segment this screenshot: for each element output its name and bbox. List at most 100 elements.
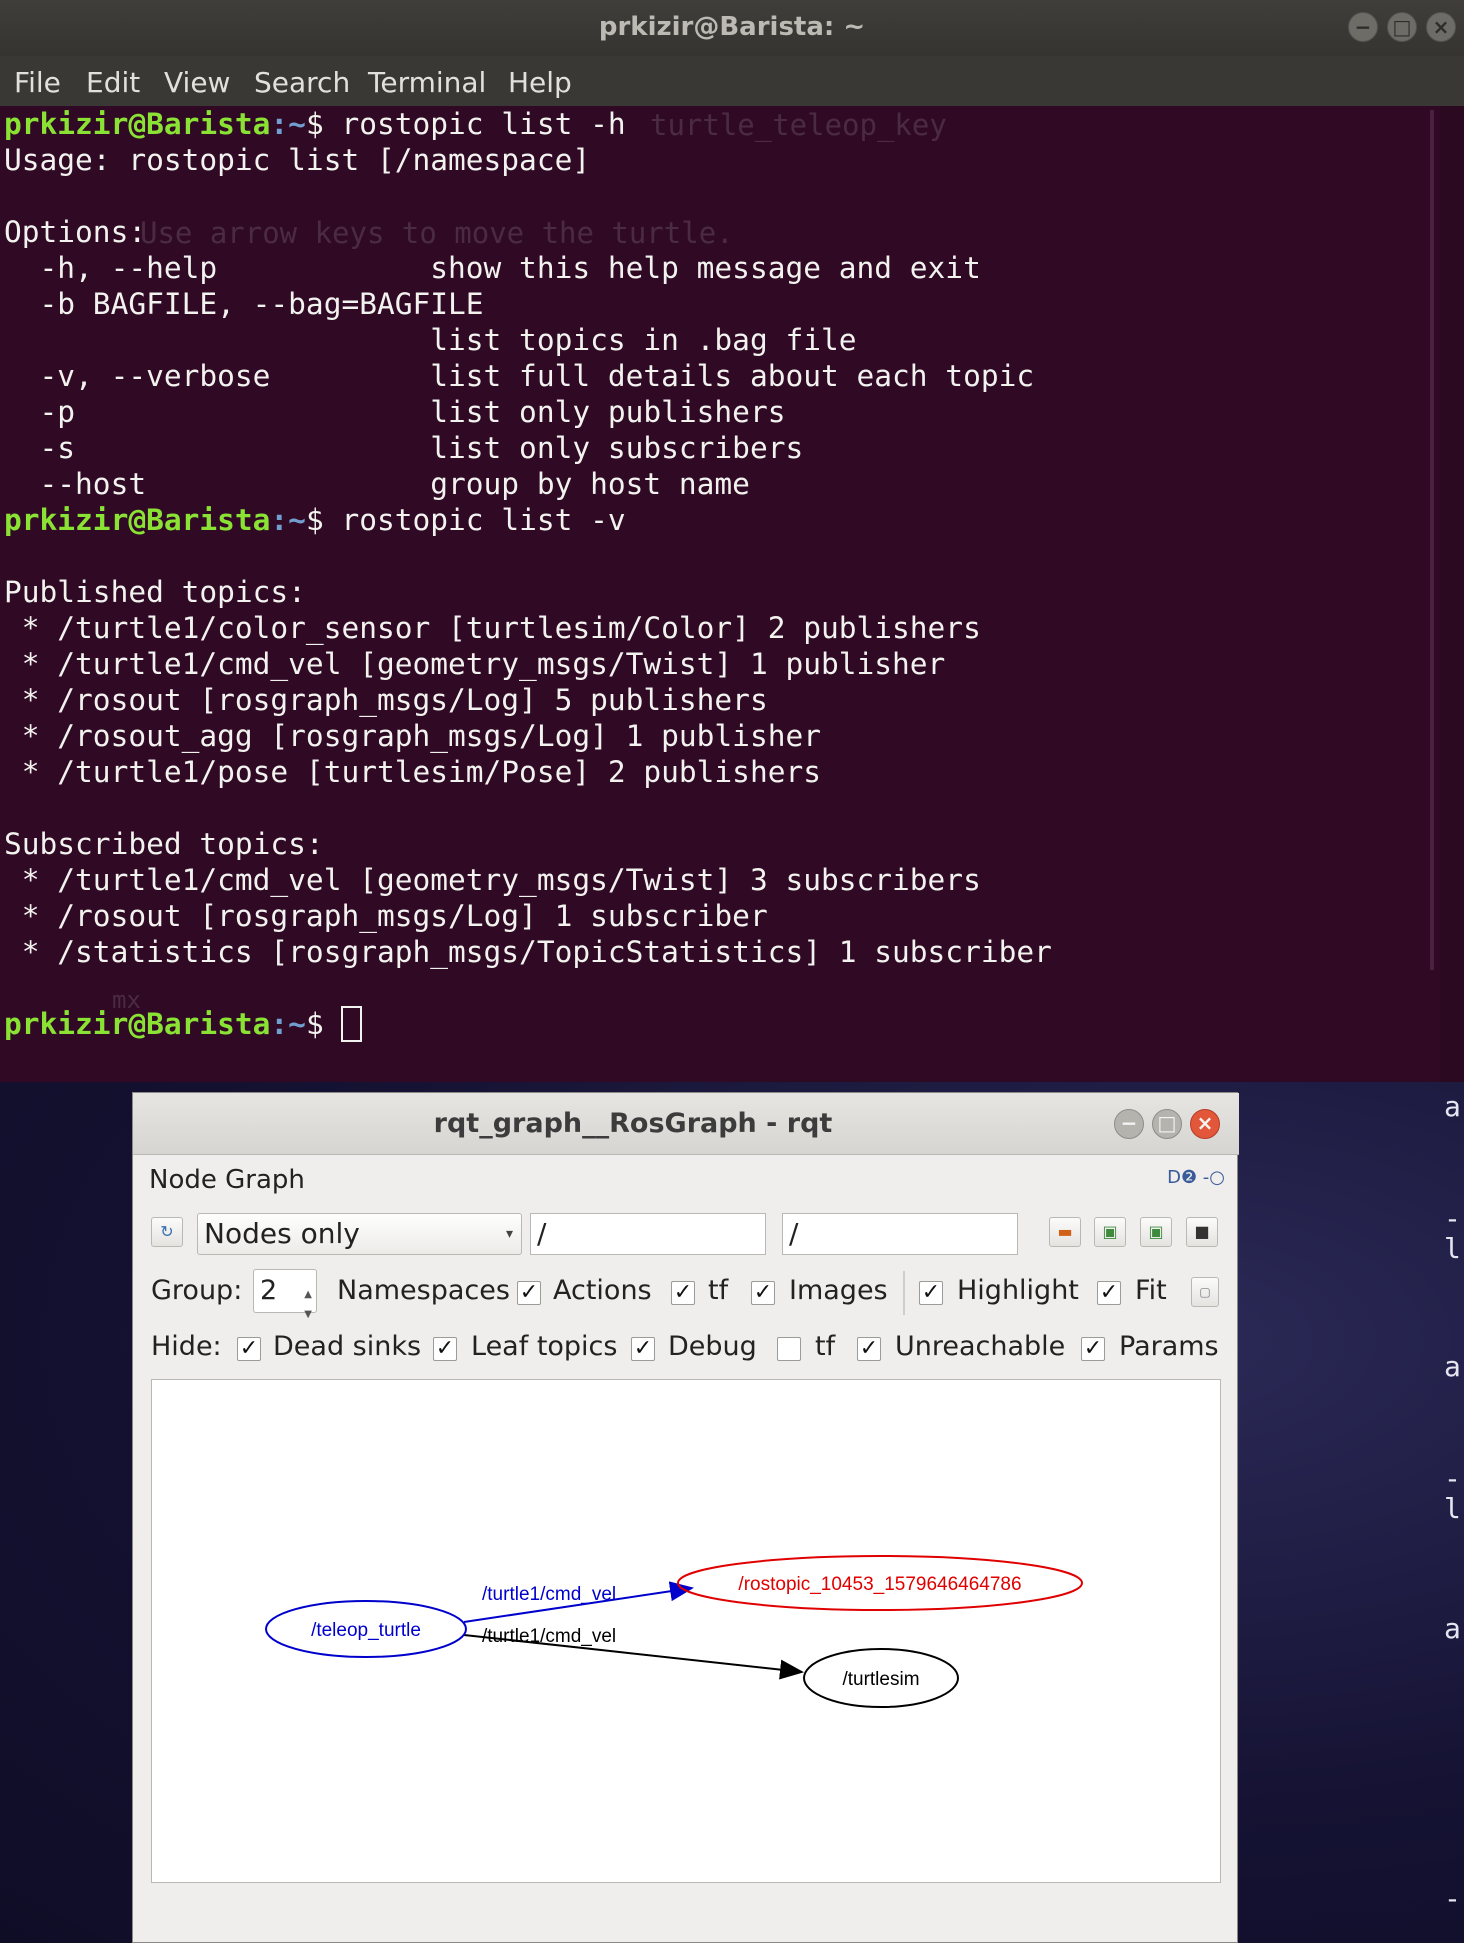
edge-label-to-turtlesim: /turtle1/cmd_vel [482, 1626, 616, 1647]
output-line: Usage: rostopic list [/namespace] [4, 143, 591, 177]
debug-label: Debug [668, 1331, 757, 1362]
dead-sinks-label: Dead sinks [273, 1331, 422, 1362]
debug-checkbox[interactable]: ✓ [631, 1337, 655, 1361]
output-line: * /turtle1/cmd_vel [geometry_msgs/Twist]… [4, 863, 981, 897]
namespace-filter-input[interactable]: / [530, 1213, 766, 1255]
prompt-symbol: $ [305, 503, 342, 537]
output-line: --host group by host name [4, 467, 750, 501]
menu-terminal[interactable]: Terminal [368, 66, 486, 99]
prompt-path: :~ [270, 107, 306, 141]
prompt-user: prkizir@Barista [4, 1007, 271, 1041]
background-window-text: l [1444, 1492, 1461, 1525]
maximize-button[interactable]: □ [1387, 12, 1417, 42]
params-checkbox[interactable]: ✓ [1081, 1337, 1105, 1361]
plugin-help-icons[interactable]: D❷ -○ [1167, 1167, 1225, 1188]
toolbar-separator [903, 1271, 905, 1315]
prompt-path: :~ [270, 503, 306, 537]
output-line: * /rosout [rosgraph_msgs/Log] 1 subscrib… [4, 899, 768, 933]
menu-file[interactable]: File [14, 66, 61, 99]
terminal-titlebar[interactable]: prkizir@Barista: ~ − □ × [0, 0, 1464, 56]
prompt-user: prkizir@Barista [4, 503, 271, 537]
save-dot-icon[interactable]: ▣ [1094, 1217, 1126, 1247]
rqt-titlebar[interactable]: rqt_graph__RosGraph - rqt − □ × [133, 1093, 1239, 1155]
close-button[interactable]: × [1190, 1109, 1220, 1139]
leaf-topics-checkbox[interactable]: ✓ [433, 1337, 457, 1361]
leaf-topics-label: Leaf topics [471, 1331, 618, 1362]
node-label-turtlesim: /turtlesim [842, 1669, 919, 1690]
close-button[interactable]: × [1426, 12, 1456, 42]
group-value: 2 [260, 1275, 278, 1306]
save-image-icon[interactable]: ■ [1186, 1217, 1218, 1247]
tf-label: tf [708, 1275, 729, 1306]
background-window-text: a [1444, 1090, 1461, 1123]
actions-checkbox[interactable]: ✓ [671, 1281, 695, 1305]
namespaces-checkbox[interactable]: ✓ [517, 1281, 541, 1305]
graph-type-value: Nodes only [204, 1217, 360, 1250]
scrollbar-thumb[interactable] [1430, 110, 1434, 970]
ros-graph: /turtle1/cmd_vel /turtle1/cmd_vel /teleo… [265, 1555, 1083, 1708]
background-window-text: a [1444, 1612, 1461, 1645]
group-spinbox[interactable]: 2 ▲ ▼ [253, 1269, 317, 1320]
edge-label-to-rostopic: /turtle1/cmd_vel [482, 1584, 616, 1605]
plugin-title: Node Graph [149, 1165, 305, 1195]
maximize-button[interactable]: □ [1152, 1109, 1182, 1139]
refresh-icon[interactable]: ↻ [151, 1217, 183, 1247]
unreachable-checkbox[interactable]: ✓ [857, 1337, 881, 1361]
highlight-checkbox[interactable]: ✓ [919, 1281, 943, 1305]
output-line: Published topics: [4, 575, 306, 609]
terminal-menubar: File Edit View Search Terminal Help [0, 56, 1464, 106]
topic-filter-input[interactable]: / [782, 1213, 1018, 1255]
output-line: -b BAGFILE, --bag=BAGFILE [4, 287, 484, 321]
menu-help[interactable]: Help [508, 66, 572, 99]
minimize-button[interactable]: − [1114, 1109, 1144, 1139]
menu-view[interactable]: View [164, 66, 230, 99]
graph-type-select[interactable]: Nodes only ▾ [197, 1213, 522, 1255]
hide-tf-checkbox[interactable] [777, 1337, 801, 1361]
images-label: Images [789, 1275, 888, 1306]
prompt-line: prkizir@Barista:~$ rostopic list -h [4, 106, 626, 142]
ghost-text: turtle_teleop_key [650, 108, 947, 142]
unreachable-label: Unreachable [895, 1331, 1066, 1362]
params-label: Params [1119, 1331, 1219, 1362]
terminal-output[interactable]: turtle_teleop_key Use arrow keys to move… [0, 106, 1440, 1082]
output-line: -h, --help show this help message and ex… [4, 251, 981, 285]
output-line: * /rosout_agg [rosgraph_msgs/Log] 1 publ… [4, 719, 821, 753]
background-window-text: a [1444, 1350, 1461, 1383]
graph-canvas[interactable]: /turtle1/cmd_vel /turtle1/cmd_vel /teleo… [151, 1379, 1221, 1883]
fit-checkbox[interactable]: ✓ [1097, 1281, 1121, 1305]
command-text: rostopic list -v [341, 503, 626, 537]
namespaces-label: Namespaces [337, 1275, 510, 1306]
hide-label: Hide: [151, 1331, 222, 1362]
prompt-symbol: $ [305, 107, 342, 141]
node-label-rostopic: /rostopic_10453_1579646464786 [738, 1574, 1021, 1595]
terminal-scrollbar[interactable] [1440, 106, 1464, 1082]
highlight-label: Highlight [957, 1275, 1079, 1306]
spin-down-icon[interactable]: ▼ [304, 1294, 312, 1336]
background-window-text: - [1444, 1882, 1461, 1915]
actions-label: Actions [553, 1275, 652, 1306]
rqt-window: rqt_graph__RosGraph - rqt − □ × Node Gra… [132, 1092, 1239, 1943]
fit-view-icon[interactable]: ▢ [1191, 1277, 1219, 1307]
save-svg-icon[interactable]: ▣ [1140, 1217, 1172, 1247]
tf-checkbox[interactable]: ✓ [751, 1281, 775, 1305]
command-text: rostopic list -h [341, 107, 626, 141]
menu-search[interactable]: Search [254, 66, 350, 99]
fit-label: Fit [1135, 1275, 1167, 1306]
output-line: * /turtle1/cmd_vel [geometry_msgs/Twist]… [4, 647, 946, 681]
hide-tf-label: tf [815, 1331, 836, 1362]
node-label-teleop: /teleop_turtle [311, 1620, 421, 1641]
output-line: list topics in .bag file [4, 323, 857, 357]
output-line: -v, --verbose list full details about ea… [4, 359, 1035, 393]
menu-edit[interactable]: Edit [86, 66, 140, 99]
background-window-text: l [1444, 1232, 1461, 1265]
output-line: * /turtle1/pose [turtlesim/Pose] 2 publi… [4, 755, 821, 789]
minimize-button[interactable]: − [1348, 12, 1378, 42]
load-dot-icon[interactable]: ▬ [1049, 1217, 1081, 1247]
background-window-text: - [1444, 1462, 1461, 1495]
prompt-path: :~ [270, 1007, 306, 1041]
dead-sinks-checkbox[interactable]: ✓ [237, 1337, 261, 1361]
chevron-down-icon: ▾ [505, 1226, 513, 1242]
output-line: * /turtle1/color_sensor [turtlesim/Color… [4, 611, 981, 645]
prompt-symbol: $ [305, 1007, 342, 1041]
output-line: Options: [4, 215, 147, 249]
